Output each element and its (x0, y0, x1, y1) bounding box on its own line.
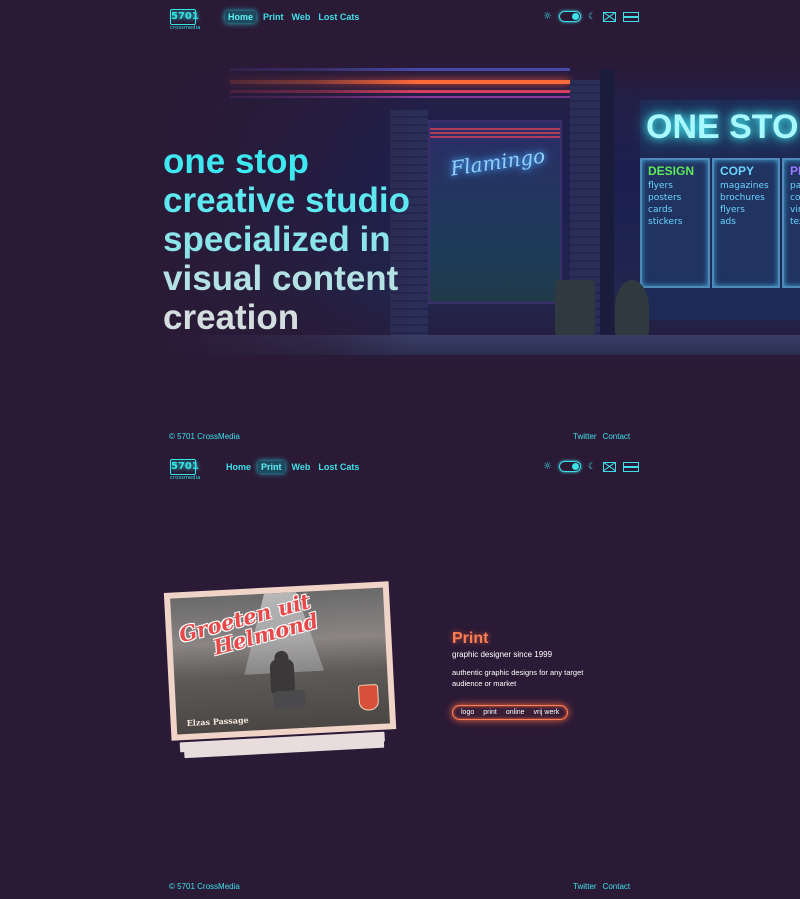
nav-link-lost-cats[interactable]: Lost Cats (317, 11, 360, 23)
store-window-item: vin (790, 205, 800, 215)
nav-link-home[interactable]: Home (225, 11, 257, 23)
store-window-item: flyers (720, 205, 745, 215)
nav-links: Home Print Web Lost Cats (225, 11, 360, 23)
hero-title-line: specialized in (163, 220, 391, 259)
nav-tools: ☼ ☾ (543, 11, 640, 22)
nav-tools: ☼ ☾ (543, 461, 640, 472)
pillar (600, 70, 614, 340)
postcard-image: Groeten uit Helmond Elzas Passage (163, 581, 397, 759)
top-nav: 5701 crossmedia Home Print Web Lost Cats… (0, 9, 800, 45)
copyright: © 5701 CrossMedia (169, 432, 240, 441)
tag-online[interactable]: online (506, 709, 525, 716)
child-figure (269, 658, 296, 694)
store-window-item: brochures (720, 193, 765, 203)
trash-bin (615, 280, 649, 336)
tag-pill: logo print online vrij werk (452, 705, 569, 720)
store-window-copy: COPY magazines brochures flyers ads (712, 158, 780, 288)
store-window-head: COPY (720, 164, 755, 178)
hero-title-line: creation (163, 298, 300, 337)
home-section: 5701 crossmedia Home Print Web Lost Cats… (0, 0, 800, 450)
tag-logo[interactable]: logo (461, 709, 474, 716)
footer: © 5701 CrossMedia Twitter Contact (0, 882, 800, 896)
logo[interactable]: 5701 crossmedia (170, 9, 200, 33)
store-window-head: DESIGN (648, 164, 695, 178)
print-subtitle: graphic designer since 1999 (452, 650, 553, 659)
contact-link[interactable]: Contact (603, 882, 631, 891)
hero-title-line: visual content (163, 259, 399, 298)
store-window-item: posters (648, 193, 682, 203)
store-window-item: co (790, 193, 800, 203)
store-window-item: magazines (720, 181, 769, 191)
nav-link-web[interactable]: Web (291, 461, 312, 473)
tag-vrij-werk[interactable]: vrij werk (534, 709, 560, 716)
logo-number: 5701 (170, 459, 199, 475)
contact-link[interactable]: Contact (603, 432, 631, 441)
nl-flag-icon[interactable] (623, 461, 640, 472)
store-window-head: PR (790, 164, 800, 178)
print-info: Print graphic designer since 1999 authen… (452, 630, 632, 720)
hero-title-line: creative studio (163, 181, 411, 220)
toy-car (273, 689, 307, 710)
store-window-item: pa (790, 181, 800, 191)
nav-link-print[interactable]: Print (262, 11, 285, 23)
store-window-item: flyers (648, 181, 673, 191)
copyright: © 5701 CrossMedia (169, 882, 240, 891)
hero-title-line: one stop (163, 142, 309, 181)
store-window-item: stickers (648, 217, 683, 227)
sun-icon[interactable]: ☼ (543, 461, 552, 472)
moon-icon[interactable]: ☾ (588, 12, 596, 22)
footer: © 5701 CrossMedia Twitter Contact (0, 432, 800, 446)
store-window-pr: PR pa co vin tex (782, 158, 800, 288)
tag-print[interactable]: print (483, 709, 497, 716)
uk-flag-icon[interactable] (603, 461, 617, 472)
top-nav: 5701 crossmedia Home Print Web Lost Cats… (0, 459, 800, 495)
hero-title: one stop creative studio specialized in … (163, 142, 463, 337)
store-window-item: ads (720, 217, 736, 227)
sun-icon[interactable]: ☼ (543, 11, 552, 22)
store-window-design: DESIGN flyers posters cards stickers (640, 158, 710, 288)
store-neon-sign: ONE STO (646, 108, 799, 146)
postcard-caption: Elzas Passage (186, 714, 249, 728)
print-section: 5701 crossmedia Home Print Web Lost Cats… (0, 450, 800, 899)
twitter-link[interactable]: Twitter (573, 882, 597, 891)
nav-link-lost-cats[interactable]: Lost Cats (317, 461, 360, 473)
toggle-knob (571, 463, 579, 470)
logo-tagline: crossmedia (170, 25, 201, 31)
moon-icon[interactable]: ☾ (588, 462, 596, 472)
theme-toggle[interactable] (558, 461, 581, 472)
toggle-knob (571, 13, 579, 20)
nav-links: Home Print Web Lost Cats (225, 461, 360, 473)
nav-link-home[interactable]: Home (225, 461, 252, 473)
store-window-item: tex (790, 217, 800, 227)
print-title: Print (452, 630, 489, 647)
footer-links: Twitter Contact (573, 432, 630, 441)
postcard: Groeten uit Helmond Elzas Passage (163, 581, 397, 741)
postcard-photo: Groeten uit Helmond Elzas Passage (170, 587, 390, 735)
theme-toggle[interactable] (558, 11, 581, 22)
crest-icon (357, 683, 380, 711)
logo[interactable]: 5701 crossmedia (170, 459, 200, 483)
nav-link-web[interactable]: Web (291, 11, 312, 23)
nav-link-print[interactable]: Print (258, 461, 285, 473)
logo-number: 5701 (170, 9, 199, 25)
footer-links: Twitter Contact (573, 882, 630, 891)
twitter-link[interactable]: Twitter (573, 432, 597, 441)
store-window-item: cards (648, 205, 673, 215)
logo-tagline: crossmedia (170, 475, 201, 481)
nl-flag-icon[interactable] (623, 11, 640, 22)
flamingo-neon-sign: Flamingo (448, 143, 547, 181)
uk-flag-icon[interactable] (603, 11, 617, 22)
trash-bin (555, 280, 595, 336)
storefront: ONE STO DESIGN flyers posters cards stic… (640, 100, 800, 320)
print-description: authentic graphic designs for any target… (452, 668, 584, 688)
